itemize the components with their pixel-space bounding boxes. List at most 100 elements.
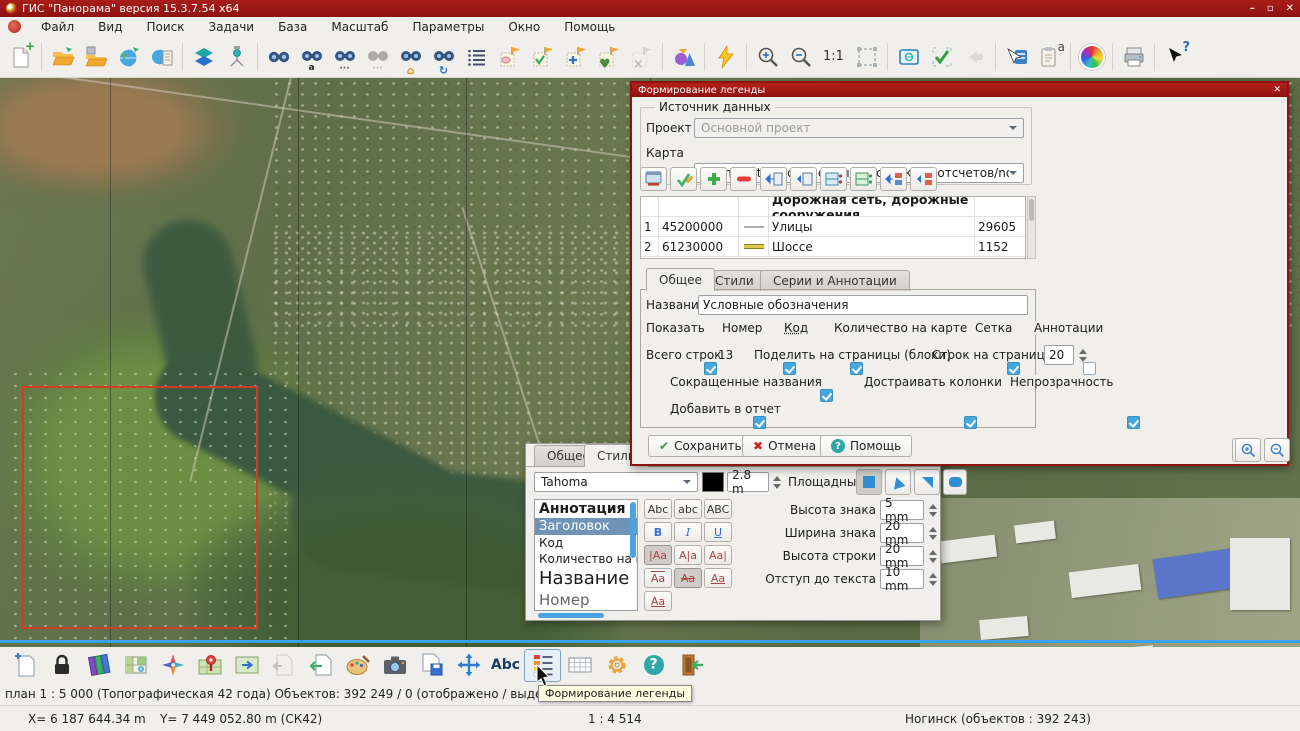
menu-help[interactable]: Помощь — [552, 18, 627, 36]
minimize-button[interactable]: – — [1250, 3, 1255, 14]
maps-library-icon[interactable] — [80, 649, 117, 682]
font-color-swatch[interactable] — [702, 472, 724, 492]
move-block-left-icon[interactable] — [880, 167, 907, 191]
view-3d-icon[interactable] — [667, 40, 700, 74]
help-pointer-icon[interactable]: ? — [1159, 40, 1192, 74]
sign-width-arrows[interactable] — [926, 524, 939, 542]
row-height-value[interactable]: 20 mm — [880, 546, 924, 566]
open-project-list-icon[interactable] — [145, 40, 178, 74]
sign-width-value[interactable]: 20 mm — [880, 523, 924, 543]
table-row[interactable]: 2 61230000 Шоссе 1152 — [641, 237, 1025, 257]
run-task-icon[interactable] — [709, 40, 742, 74]
sign-height-value[interactable]: 5 mm — [880, 500, 924, 520]
table-icon[interactable] — [561, 649, 598, 682]
zoom-in-icon[interactable] — [751, 40, 784, 74]
list-item[interactable]: Код — [535, 535, 637, 551]
font-size-arrows[interactable] — [770, 473, 783, 491]
map-fragment-icon[interactable] — [228, 649, 265, 682]
search-refresh-icon[interactable]: ↻ — [427, 40, 460, 74]
cancel-button[interactable]: ✖ Отмена — [742, 435, 827, 457]
menu-tasks[interactable]: Задачи — [197, 18, 267, 36]
checkbox-opacity[interactable] — [1127, 416, 1140, 429]
list-item[interactable]: Номер — [535, 590, 637, 610]
menu-database[interactable]: База — [266, 18, 319, 36]
text-indent-arrows[interactable] — [926, 570, 939, 588]
font-size-spinner[interactable]: 2.8 m — [727, 472, 769, 492]
object-panel-icon[interactable] — [1000, 40, 1033, 74]
preview-zoom-in-button[interactable] — [1235, 438, 1261, 462]
search-object-icon[interactable]: ⌂ — [394, 40, 427, 74]
save-image-icon[interactable] — [413, 649, 450, 682]
merge-rows-icon[interactable] — [850, 167, 877, 191]
project-select[interactable]: Основной проект — [694, 118, 1024, 138]
overline-button[interactable]: Aa — [644, 568, 672, 588]
table-vscrollbar[interactable] — [1027, 196, 1036, 259]
help-button[interactable]: ? Помощь — [820, 435, 912, 457]
italic-button[interactable]: I — [674, 522, 702, 542]
strikethrough-button[interactable]: Aa — [674, 568, 702, 588]
layers-icon[interactable] — [187, 40, 220, 74]
tab-general[interactable]: Общее — [646, 268, 715, 291]
print-icon[interactable] — [1117, 40, 1150, 74]
select-confirm-icon[interactable] — [925, 40, 958, 74]
legend-name-input[interactable]: Условные обозначения — [698, 295, 1028, 315]
move-map-icon[interactable] — [450, 649, 487, 682]
legend-dialog-titlebar[interactable]: Формирование легенды ✕ — [632, 83, 1287, 97]
new-sheet-icon[interactable] — [6, 649, 43, 682]
edit-icon[interactable] — [670, 167, 697, 191]
menu-options[interactable]: Параметры — [400, 18, 496, 36]
table-row[interactable]: 1 45200000 Улицы 29605 — [641, 217, 1025, 237]
rows-per-page-arrows[interactable] — [1076, 346, 1089, 364]
legend-object-table[interactable]: Дорожная сеть, дорожные сооружения 1 452… — [640, 196, 1026, 259]
align-center-button[interactable]: A|a — [674, 545, 702, 565]
insert-right-icon[interactable] — [790, 167, 817, 191]
add-icon[interactable] — [700, 167, 727, 191]
import-map-icon[interactable] — [302, 649, 339, 682]
area-style-triangle2-button[interactable] — [914, 469, 940, 495]
list-item-selected[interactable]: Заголовок — [535, 518, 637, 535]
geodesy-icon[interactable] — [220, 40, 253, 74]
style-element-list[interactable]: Аннотация Заголовок Код Количество на ка… — [534, 499, 638, 611]
menu-window[interactable]: Окно — [496, 18, 552, 36]
menu-view[interactable]: Вид — [86, 18, 134, 36]
text-indent-value[interactable]: 10 mm — [880, 569, 924, 589]
select-add-icon[interactable] — [559, 40, 592, 74]
list-vscrollbar[interactable] — [630, 502, 636, 558]
insert-left-icon[interactable] — [760, 167, 787, 191]
search-by-name-icon[interactable]: a — [295, 40, 328, 74]
help-icon[interactable]: ? — [635, 649, 672, 682]
bold-button[interactable]: B — [644, 522, 672, 542]
checkbox-code[interactable] — [783, 362, 796, 375]
sign-height-arrows[interactable] — [926, 501, 939, 519]
open-geoportal-icon[interactable] — [112, 40, 145, 74]
geolocation-icon[interactable] — [191, 649, 228, 682]
open-folder-icon[interactable] — [46, 40, 79, 74]
select-check-icon[interactable] — [526, 40, 559, 74]
search-list-icon[interactable]: ··· — [328, 40, 361, 74]
form-icon[interactable] — [640, 167, 667, 191]
list-item[interactable]: Количество на кар — [535, 551, 637, 567]
area-style-square-button[interactable] — [856, 469, 882, 495]
tab-series-annotations[interactable]: Серии и Аннотации — [760, 270, 910, 291]
color-palette-icon[interactable] — [1075, 40, 1108, 74]
preview-zoom-out-button[interactable] — [1264, 438, 1290, 462]
search-icon[interactable] — [262, 40, 295, 74]
list-item[interactable]: Аннотация — [535, 500, 637, 518]
menu-scale[interactable]: Масштаб — [319, 18, 400, 36]
menu-search[interactable]: Поиск — [134, 18, 196, 36]
split-rows-icon[interactable] — [820, 167, 847, 191]
zoom-1-1-icon[interactable]: 1:1 — [817, 40, 850, 74]
rows-per-page-spinner[interactable]: 20 — [1044, 345, 1074, 365]
checkbox-count-on-map[interactable] — [850, 362, 863, 375]
save-button[interactable]: ✔ Сохранить — [648, 435, 753, 457]
settings-icon[interactable] — [598, 649, 635, 682]
map-selection-rectangle[interactable] — [22, 386, 258, 629]
case-lower-button[interactable]: abc — [674, 499, 702, 519]
align-left-button[interactable]: |Aa — [644, 545, 672, 565]
close-button[interactable]: ✕ — [1286, 3, 1294, 14]
area-style-triangle-button[interactable] — [885, 469, 911, 495]
zoom-frame-icon[interactable] — [850, 40, 883, 74]
text-search-icon[interactable]: Abc — [487, 649, 524, 682]
menu-file[interactable]: Файл — [29, 18, 86, 36]
new-document-icon[interactable]: + — [4, 40, 37, 74]
